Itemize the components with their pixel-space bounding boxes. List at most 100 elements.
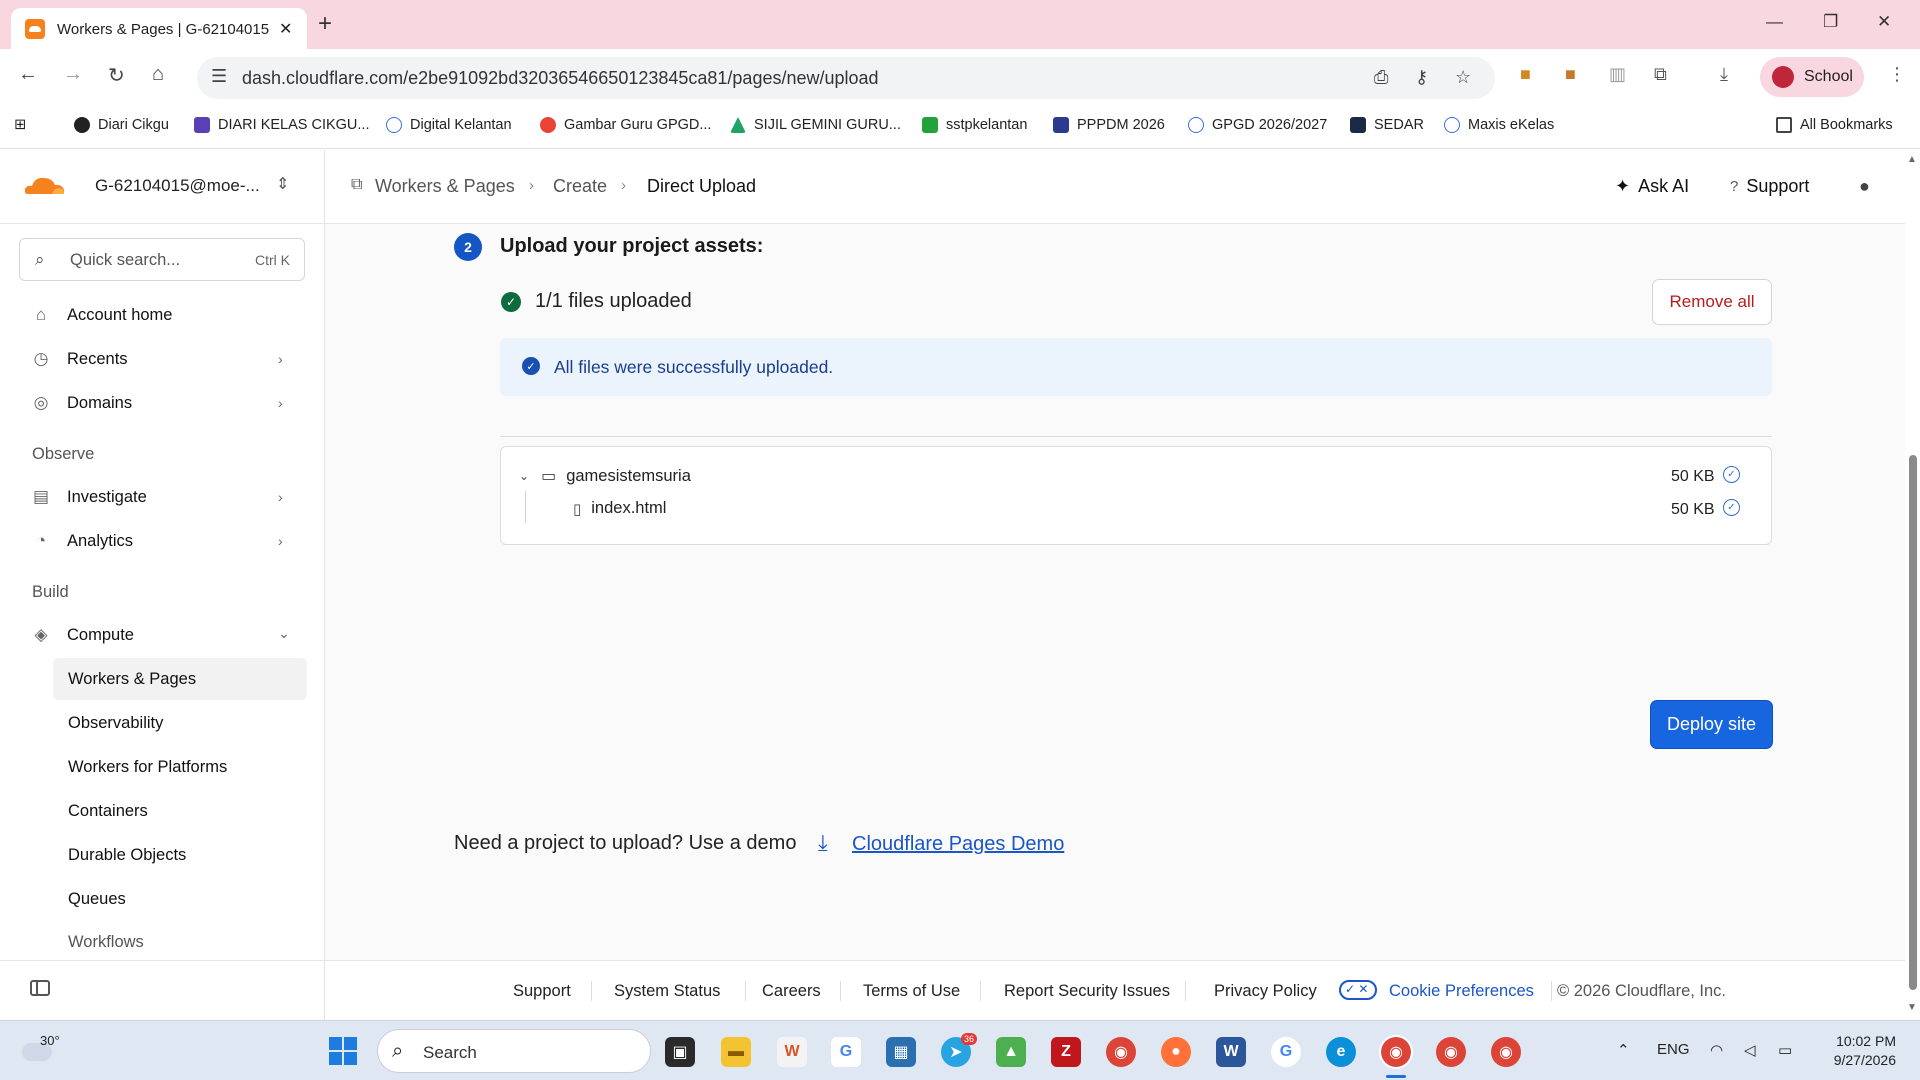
chrome-active-icon[interactable]: ◉ — [1379, 1035, 1413, 1069]
extension-icon[interactable]: ■ — [1565, 64, 1576, 85]
word-icon[interactable]: W — [1216, 1037, 1246, 1067]
collapse-sidebar-icon[interactable] — [30, 980, 50, 996]
ask-ai-button[interactable]: ✦ Ask AI — [1615, 176, 1689, 197]
app-icon[interactable]: ▲ — [996, 1037, 1026, 1067]
edge-icon[interactable]: e — [1326, 1037, 1356, 1067]
battery-icon[interactable]: ▭ — [1778, 1041, 1792, 1059]
google-icon[interactable]: G — [1271, 1037, 1301, 1067]
sidebar-item-workers-for-platforms[interactable]: Workers for Platforms — [53, 746, 307, 788]
start-icon[interactable] — [329, 1037, 357, 1065]
new-tab-icon[interactable]: + — [318, 10, 332, 38]
sidebar-item-durable-objects[interactable]: Durable Objects — [53, 834, 307, 876]
bookmark[interactable]: PPPDM 2026 — [1053, 117, 1165, 133]
menu-kebab-icon[interactable]: ⋮ — [1888, 64, 1906, 85]
password-key-icon[interactable]: ⚷ — [1415, 67, 1428, 88]
firefox-icon[interactable]: ● — [1161, 1037, 1191, 1067]
scroll-up-icon[interactable]: ▲ — [1907, 154, 1917, 165]
wifi-icon[interactable]: ◠ — [1710, 1041, 1723, 1059]
sidebar-item-workers-pages[interactable]: Workers & Pages — [53, 658, 307, 700]
sidebar-item-compute[interactable]: ◈ Compute — [31, 625, 134, 645]
bookmark[interactable]: GPGD 2026/2027 — [1188, 117, 1327, 133]
divider — [840, 981, 841, 1001]
sidebar-item-workflows[interactable]: Workflows — [53, 921, 307, 963]
bookmark[interactable]: SEDAR — [1350, 117, 1424, 133]
breadcrumb-create[interactable]: Create — [553, 176, 607, 197]
reload-icon[interactable]: ↻ — [108, 63, 125, 88]
sidebar-item-analytics[interactable]: ◔ Analytics — [31, 531, 133, 551]
chrome-icon[interactable]: ◉ — [1106, 1037, 1136, 1067]
file-row[interactable]: ▯ index.html — [573, 499, 666, 518]
download-icon[interactable]: ⤓ — [818, 830, 828, 856]
google-icon[interactable]: G — [831, 1037, 861, 1067]
sidebar-item-containers[interactable]: Containers — [53, 790, 307, 832]
close-tab-icon[interactable]: ✕ — [279, 19, 292, 39]
clock[interactable]: 10:02 PM 9/27/2026 — [1826, 1032, 1896, 1070]
footer-link-terms[interactable]: Terms of Use — [863, 982, 960, 1001]
deploy-site-button[interactable]: Deploy site — [1650, 700, 1773, 749]
footer-link-privacy[interactable]: Privacy Policy — [1214, 982, 1317, 1001]
folder-row[interactable]: ⌄ ▭ gamesistemsuria — [519, 466, 691, 486]
sidebar-item-account-home[interactable]: ⌂ Account home — [31, 305, 173, 325]
chevron-updown-icon[interactable]: ⇕ — [276, 174, 289, 194]
sidebar-item-recents[interactable]: ◷ Recents — [31, 349, 128, 369]
minimize-icon[interactable]: — — [1766, 12, 1783, 32]
bookmark[interactable]: Diari Cikgu — [74, 117, 169, 133]
task-view-icon[interactable]: ▣ — [665, 1037, 695, 1067]
weather-widget[interactable]: 30° — [22, 1033, 60, 1065]
download-icon[interactable]: ⤓ — [1720, 64, 1728, 85]
footer-link-security[interactable]: Report Security Issues — [1004, 982, 1170, 1001]
bookmark[interactable]: sstpkelantan — [922, 117, 1027, 133]
app-icon[interactable]: W — [777, 1037, 807, 1067]
sidebar-item-domains[interactable]: ◎ Domains — [31, 393, 133, 413]
calculator-icon[interactable]: ▦ — [886, 1037, 916, 1067]
chrome-icon[interactable]: ◉ — [1436, 1037, 1466, 1067]
browser-tab[interactable]: Workers & Pages | G-62104015 ✕ — [11, 8, 307, 50]
quick-search-input[interactable]: ⌕ Quick search... Ctrl K — [19, 238, 305, 281]
extensions-puzzle-icon[interactable]: ⧉ — [1654, 64, 1667, 85]
chrome-icon[interactable]: ◉ — [1491, 1037, 1521, 1067]
bookmark[interactable]: Digital Kelantan — [386, 117, 512, 133]
user-icon[interactable]: ● — [1859, 176, 1870, 197]
reading-mode-icon[interactable]: ▥ — [1609, 64, 1626, 85]
volume-icon[interactable]: ◁ — [1744, 1041, 1756, 1059]
profile-button[interactable]: School — [1760, 57, 1864, 97]
account-switcher[interactable]: G-62104015@moe-... ⇕ — [0, 150, 325, 224]
bookmark[interactable]: SIJIL GEMINI GURU... — [730, 117, 901, 133]
bookmark[interactable]: Gambar Guru GPGD... — [540, 117, 711, 133]
all-bookmarks[interactable]: All Bookmarks — [1776, 117, 1893, 133]
taskbar-search[interactable]: ⌕ Search — [377, 1029, 651, 1073]
cloudflare-pages-demo-link[interactable]: Cloudflare Pages Demo — [852, 833, 1064, 856]
scrollbar-thumb[interactable] — [1909, 455, 1917, 990]
sidebar-item-observability[interactable]: Observability — [53, 702, 307, 744]
file-explorer-icon[interactable]: ▬ — [721, 1037, 751, 1067]
back-icon[interactable]: ← — [18, 63, 38, 86]
check-circle-icon: ✓ — [522, 357, 540, 375]
home-icon[interactable]: ⌂ — [152, 63, 164, 86]
cookie-preferences-link[interactable]: Cookie Preferences — [1389, 982, 1534, 1001]
footer-link-careers[interactable]: Careers — [762, 982, 821, 1001]
bookmark-star-icon[interactable]: ☆ — [1455, 67, 1471, 88]
restore-icon[interactable]: ❐ — [1823, 12, 1838, 32]
breadcrumb-workers-pages[interactable]: Workers & Pages — [375, 176, 515, 197]
address-bar[interactable]: ☰ dash.cloudflare.com/e2be91092bd3203654… — [197, 57, 1495, 99]
footer-link-system-status[interactable]: System Status — [614, 982, 720, 1001]
remove-all-button[interactable]: Remove all — [1652, 279, 1772, 325]
install-app-icon[interactable]: ⎙ — [1374, 67, 1388, 88]
sidebar-item-queues[interactable]: Queues — [53, 878, 307, 920]
chevron-down-icon[interactable]: ⌄ — [519, 469, 529, 483]
chevron-up-icon[interactable]: ⌃ — [1617, 1041, 1630, 1059]
sidebar-item-investigate[interactable]: ▤ Investigate — [31, 487, 147, 507]
support-button[interactable]: ? Support — [1730, 176, 1809, 197]
site-info-icon[interactable]: ☰ — [211, 66, 227, 87]
bookmark[interactable]: DIARI KELAS CIKGU... — [194, 117, 370, 133]
apps-grid-icon[interactable]: ⊞ — [14, 117, 26, 133]
bookmark[interactable]: Maxis eKelas — [1444, 117, 1554, 133]
scroll-down-icon[interactable]: ▼ — [1907, 1002, 1917, 1013]
forward-icon[interactable]: → — [63, 63, 83, 86]
page-scrollbar[interactable]: ▲ ▼ — [1905, 150, 1920, 1020]
footer-link-support[interactable]: Support — [513, 982, 571, 1001]
close-window-icon[interactable]: ✕ — [1877, 12, 1891, 32]
filezilla-icon[interactable]: Z — [1051, 1037, 1081, 1067]
extension-icon[interactable]: ■ — [1520, 64, 1531, 85]
language-indicator[interactable]: ENG — [1657, 1041, 1690, 1058]
